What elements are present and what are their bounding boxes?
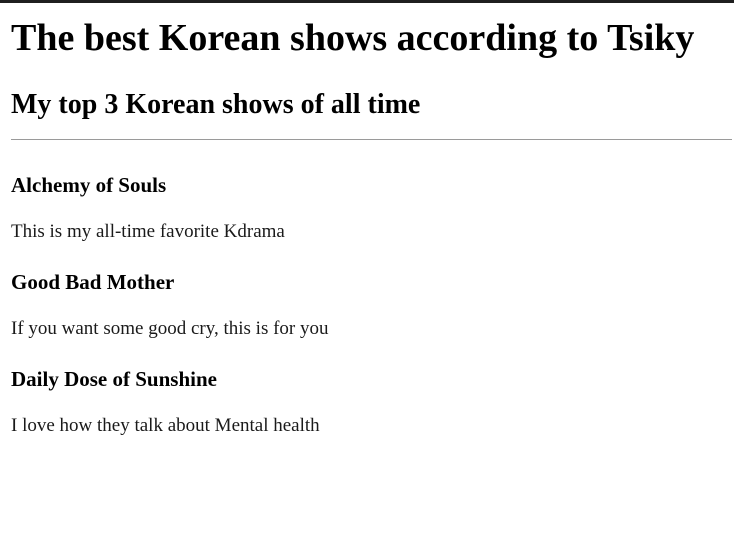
page-subtitle: My top 3 Korean shows of all time: [11, 89, 421, 120]
show-title: Daily Dose of Sunshine: [11, 367, 217, 391]
show-item-alchemy-of-souls: Alchemy of Souls This is my all-time fav…: [11, 170, 734, 267]
show-description: If you want some good cry, this is for y…: [11, 318, 329, 339]
divider: [11, 139, 732, 140]
show-description: This is my all-time favorite Kdrama: [11, 221, 285, 242]
show-item-daily-dose-of-sunshine: Daily Dose of Sunshine I love how they t…: [11, 364, 734, 461]
show-title: Good Bad Mother: [11, 270, 175, 294]
page-title: The best Korean shows according to Tsiky: [11, 17, 695, 59]
top-border: [0, 0, 734, 3]
show-item-good-bad-mother: Good Bad Mother If you want some good cr…: [11, 267, 734, 364]
show-title: Alchemy of Souls: [11, 173, 167, 197]
show-description: I love how they talk about Mental health: [11, 415, 320, 436]
show-list: Alchemy of Souls This is my all-time fav…: [11, 170, 734, 461]
